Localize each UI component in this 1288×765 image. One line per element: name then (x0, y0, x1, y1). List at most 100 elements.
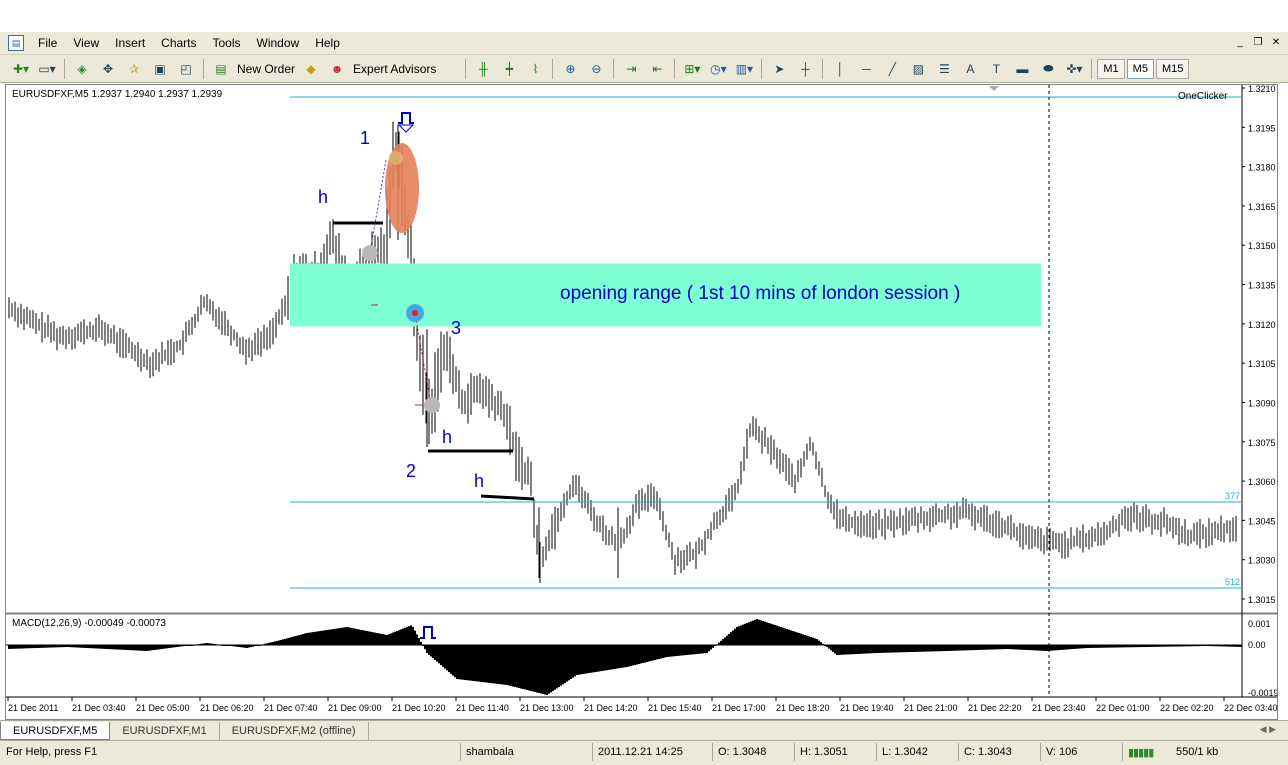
timeframe-m5[interactable]: M5 (1126, 58, 1154, 79)
macd-bar (590, 645, 592, 673)
macd-bar (152, 645, 154, 651)
macd-bar (674, 645, 676, 657)
app-icon[interactable]: ▤ (8, 35, 24, 51)
macd-bar (100, 645, 102, 649)
macd-bar (352, 628, 354, 645)
tab-eurusdfxf-m1[interactable]: EURUSDFXF,M1 (110, 722, 220, 740)
text-icon[interactable]: A (959, 58, 981, 80)
macd-bar (1028, 645, 1030, 651)
macd-bar (580, 645, 582, 675)
menu-tools[interactable]: Tools (205, 36, 249, 50)
macd-bar (818, 640, 820, 645)
macd-bar (842, 645, 844, 655)
macd-bar (868, 645, 870, 654)
macd-bar (494, 645, 496, 684)
macd-bar (684, 645, 686, 656)
restore-icon[interactable]: ❐ (1250, 36, 1266, 50)
tab-eurusdfxf-m5[interactable]: EURUSDFXF,M5 (0, 722, 111, 740)
new-chart-icon[interactable]: ✚▾ (10, 58, 32, 80)
templates-icon[interactable]: ▥▾ (733, 58, 755, 80)
menu-help[interactable]: Help (307, 36, 348, 50)
macd-bar (14, 645, 16, 649)
macd-bar (672, 645, 674, 657)
macd-bar (1022, 645, 1024, 650)
macd-bar (578, 645, 580, 675)
time-axis-label: 21 Dec 18:20 (776, 703, 830, 713)
profiles-icon[interactable]: ▭▾ (36, 58, 58, 80)
terminal-icon[interactable]: ▣ (149, 58, 171, 80)
fibonacci-icon[interactable]: ☰ (933, 58, 955, 80)
bar-chart-icon[interactable]: ╫ (472, 58, 494, 80)
periods-icon[interactable]: ◷▾ (707, 58, 729, 80)
macd-bar (586, 645, 588, 674)
navigator-icon[interactable]: ✥ (97, 58, 119, 80)
macd-bar (468, 645, 470, 681)
macd-bar (1016, 645, 1018, 650)
macd-bar (478, 645, 480, 682)
time-axis-label: 21 Dec 10:20 (392, 703, 446, 713)
expert-advisors-button[interactable]: Expert Advisors (350, 62, 439, 76)
chart-canvas[interactable]: 377 512 1 2 3 h h h opening range ( 1st 10 mins … (6, 85, 1277, 719)
crosshair-icon[interactable]: ┼ (794, 58, 816, 80)
menu-charts[interactable]: Charts (153, 36, 204, 50)
macd-bar (1076, 645, 1078, 649)
channel-icon[interactable]: ▨ (907, 58, 929, 80)
menu-window[interactable]: Window (249, 36, 308, 50)
macd-bar (866, 645, 868, 654)
zoom-in-icon[interactable]: ⊕ (559, 58, 581, 80)
macd-bar (704, 645, 706, 654)
tester-icon[interactable]: ◰ (175, 58, 197, 80)
macd-bar (1020, 645, 1022, 650)
new-order-button[interactable]: New Order (234, 62, 298, 76)
expert-advisors-icon[interactable]: ☻ (326, 58, 348, 80)
horizontal-line-icon[interactable]: ─ (855, 58, 877, 80)
arrows-icon[interactable]: ✜▾ (1063, 58, 1085, 80)
macd-bar (730, 632, 732, 645)
price-axis-label: 1.3045 (1248, 516, 1276, 526)
tab-eurusdfxf-m2-offline[interactable]: EURUSDFXF,M2 (offline) (220, 722, 369, 740)
macd-bar (1036, 645, 1038, 651)
oneclicker-label: OneClicker (1178, 91, 1228, 102)
macd-bar (556, 645, 558, 689)
macd-bar (746, 623, 748, 645)
timeframe-m1[interactable]: M1 (1097, 58, 1125, 79)
line-chart-icon[interactable]: ⌇ (524, 58, 546, 80)
menu-file[interactable]: File (30, 36, 65, 50)
vertical-line-icon[interactable]: │ (829, 58, 851, 80)
macd-bar (160, 645, 162, 650)
macd-bar (20, 645, 22, 649)
status-bar: For Help, press F1 shambala 2011.12.21 1… (0, 740, 1288, 765)
timeframe-m15[interactable]: M15 (1155, 58, 1190, 79)
auto-scroll-icon[interactable]: ⇥ (620, 58, 642, 80)
status-help: For Help, press F1 (6, 746, 98, 758)
macd-bar (878, 645, 880, 653)
close-icon[interactable]: ✕ (1268, 36, 1284, 50)
macd-bar (106, 645, 108, 649)
favorites-icon[interactable]: ✰ (123, 58, 145, 80)
macd-bar (430, 645, 432, 657)
indicators-icon[interactable]: ⊞▾ (681, 58, 703, 80)
menu-view[interactable]: View (65, 36, 107, 50)
ellipse-icon[interactable]: ⬬ (1037, 58, 1059, 80)
macd-bar (22, 645, 24, 649)
zoom-out-icon[interactable]: ⊖ (585, 58, 607, 80)
macd-bar (998, 645, 1000, 650)
chart-shift-icon[interactable]: ⇤ (646, 58, 668, 80)
candlestick-icon[interactable]: ┿ (498, 58, 520, 80)
cursor-icon[interactable]: ➤ (768, 58, 790, 80)
macd-bar (1066, 645, 1068, 650)
macd-bar (984, 645, 986, 650)
tab-scroll-icon[interactable]: ◀ ▶ (1260, 724, 1276, 735)
macd-bar (402, 628, 404, 645)
rectangle-icon[interactable]: ▬ (1011, 58, 1033, 80)
trendline-icon[interactable]: ╱ (881, 58, 903, 80)
minimize-icon[interactable]: _ (1232, 36, 1248, 50)
chart-window[interactable]: 377 512 1 2 3 h h h opening range ( 1st 10 mins … (5, 84, 1278, 720)
macd-bar (612, 645, 614, 670)
macd-bar (1008, 645, 1010, 650)
text-label-icon[interactable]: T (985, 58, 1007, 80)
market-watch-icon[interactable]: ◈ (71, 58, 93, 80)
new-order-icon[interactable]: ▤ (210, 58, 232, 80)
menu-insert[interactable]: Insert (107, 36, 153, 50)
metaeditor-icon[interactable]: ◆ (300, 58, 322, 80)
